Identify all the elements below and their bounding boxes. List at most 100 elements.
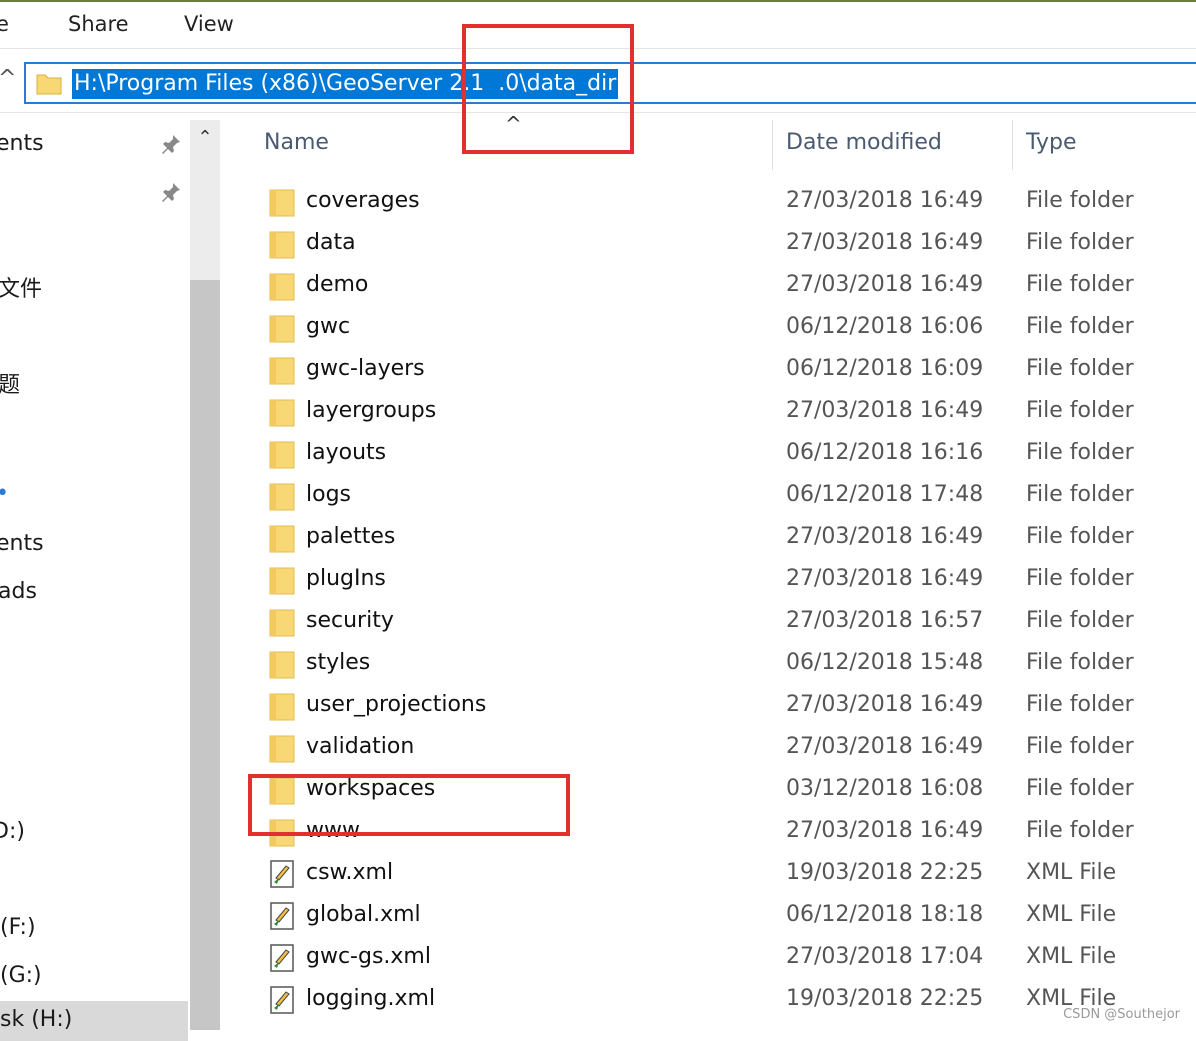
folder-icon (269, 273, 295, 301)
file-row[interactable]: gwc-layers 06/12/2018 16:09 File folder (230, 350, 1196, 392)
file-name[interactable]: logs (306, 482, 351, 507)
folder-icon (269, 231, 295, 259)
file-name[interactable]: workspaces (306, 776, 435, 801)
file-list: coverages 27/03/2018 16:49 File folder data… (0, 0, 1196, 1030)
folder-icon (269, 525, 295, 553)
folder-icon (269, 483, 295, 511)
file-date-modified: 06/12/2018 18:18 (786, 902, 984, 927)
file-date-modified: 27/03/2018 16:49 (786, 230, 984, 255)
file-date-modified: 06/12/2018 15:48 (786, 650, 984, 675)
file-row[interactable]: plugIns 27/03/2018 16:49 File folder (230, 560, 1196, 602)
file-type: XML File (1026, 860, 1117, 885)
file-date-modified: 27/03/2018 16:57 (786, 608, 984, 633)
file-date-modified: 27/03/2018 16:49 (786, 818, 984, 843)
folder-icon (269, 357, 295, 385)
file-date-modified: 19/03/2018 22:25 (786, 986, 984, 1011)
file-date-modified: 27/03/2018 16:49 (786, 566, 984, 591)
file-row[interactable]: palettes 27/03/2018 16:49 File folder (230, 518, 1196, 560)
file-name[interactable]: global.xml (306, 902, 421, 927)
file-type: File folder (1026, 314, 1134, 339)
file-name[interactable]: data (306, 230, 356, 255)
file-name[interactable]: palettes (306, 524, 395, 549)
file-date-modified: 06/12/2018 16:09 (786, 356, 984, 381)
file-date-modified: 27/03/2018 16:49 (786, 272, 984, 297)
file-row[interactable]: layergroups 27/03/2018 16:49 File folder (230, 392, 1196, 434)
folder-icon (269, 693, 295, 721)
file-type: File folder (1026, 440, 1134, 465)
file-date-modified: 06/12/2018 16:16 (786, 440, 984, 465)
file-date-modified: 06/12/2018 17:48 (786, 482, 984, 507)
file-row[interactable]: layouts 06/12/2018 16:16 File folder (230, 434, 1196, 476)
file-row[interactable]: security 27/03/2018 16:57 File folder (230, 602, 1196, 644)
folder-icon (269, 441, 295, 469)
file-row[interactable]: workspaces 03/12/2018 16:08 File folder (230, 770, 1196, 812)
xml-file-icon (270, 986, 294, 1014)
file-type: File folder (1026, 524, 1134, 549)
xml-file-icon (270, 860, 294, 888)
file-type: File folder (1026, 398, 1134, 423)
file-name[interactable]: validation (306, 734, 414, 759)
file-row[interactable]: logging.xml 19/03/2018 22:25 XML File (230, 980, 1196, 1022)
file-row[interactable]: styles 06/12/2018 15:48 File folder (230, 644, 1196, 686)
file-name[interactable]: user_projections (306, 692, 486, 717)
file-name[interactable]: layouts (306, 440, 386, 465)
folder-icon (269, 651, 295, 679)
file-row[interactable]: data 27/03/2018 16:49 File folder (230, 224, 1196, 266)
file-date-modified: 27/03/2018 17:04 (786, 944, 984, 969)
file-type: File folder (1026, 692, 1134, 717)
file-type: File folder (1026, 230, 1134, 255)
folder-icon (269, 315, 295, 343)
file-row[interactable]: user_projections 27/03/2018 16:49 File fol… (230, 686, 1196, 728)
file-date-modified: 27/03/2018 16:49 (786, 734, 984, 759)
file-type: File folder (1026, 482, 1134, 507)
folder-icon (269, 399, 295, 427)
folder-icon (269, 567, 295, 595)
folder-icon (269, 777, 295, 805)
file-type: File folder (1026, 734, 1134, 759)
file-name[interactable]: security (306, 608, 394, 633)
file-type: File folder (1026, 566, 1134, 591)
file-name[interactable]: gwc (306, 314, 350, 339)
file-type: File folder (1026, 356, 1134, 381)
file-name[interactable]: plugIns (306, 566, 386, 591)
file-name[interactable]: coverages (306, 188, 420, 213)
file-row[interactable]: global.xml 06/12/2018 18:18 XML File (230, 896, 1196, 938)
file-date-modified: 27/03/2018 16:49 (786, 524, 984, 549)
file-row[interactable]: coverages 27/03/2018 16:49 File folder (230, 182, 1196, 224)
file-type: File folder (1026, 608, 1134, 633)
file-name[interactable]: www (306, 818, 360, 843)
file-name[interactable]: styles (306, 650, 370, 675)
file-date-modified: 27/03/2018 16:49 (786, 188, 984, 213)
file-row[interactable]: logs 06/12/2018 17:48 File folder (230, 476, 1196, 518)
file-row[interactable]: gwc-gs.xml 27/03/2018 17:04 XML File (230, 938, 1196, 980)
folder-icon (269, 735, 295, 763)
file-type: XML File (1026, 902, 1117, 927)
file-row[interactable]: www 27/03/2018 16:49 File folder (230, 812, 1196, 854)
xml-file-icon (270, 944, 294, 972)
file-row[interactable]: demo 27/03/2018 16:49 File folder (230, 266, 1196, 308)
file-date-modified: 06/12/2018 16:06 (786, 314, 984, 339)
file-type: File folder (1026, 188, 1134, 213)
file-type: File folder (1026, 776, 1134, 801)
folder-icon (269, 189, 295, 217)
file-name[interactable]: gwc-gs.xml (306, 944, 431, 969)
file-name[interactable]: gwc-layers (306, 356, 425, 381)
file-date-modified: 19/03/2018 22:25 (786, 860, 984, 885)
file-type: File folder (1026, 272, 1134, 297)
file-type: File folder (1026, 818, 1134, 843)
file-row[interactable]: validation 27/03/2018 16:49 File folder (230, 728, 1196, 770)
file-date-modified: 03/12/2018 16:08 (786, 776, 984, 801)
xml-file-icon (270, 902, 294, 930)
folder-icon (269, 819, 295, 847)
file-row[interactable]: gwc 06/12/2018 16:06 File folder (230, 308, 1196, 350)
file-name[interactable]: csw.xml (306, 860, 393, 885)
file-date-modified: 27/03/2018 16:49 (786, 692, 984, 717)
file-name[interactable]: logging.xml (306, 986, 435, 1011)
file-row[interactable]: csw.xml 19/03/2018 22:25 XML File (230, 854, 1196, 896)
file-type: File folder (1026, 650, 1134, 675)
file-date-modified: 27/03/2018 16:49 (786, 398, 984, 423)
file-name[interactable]: demo (306, 272, 368, 297)
file-name[interactable]: layergroups (306, 398, 436, 423)
watermark: CSDN @Southejor (1063, 1007, 1180, 1022)
file-type: XML File (1026, 944, 1117, 969)
